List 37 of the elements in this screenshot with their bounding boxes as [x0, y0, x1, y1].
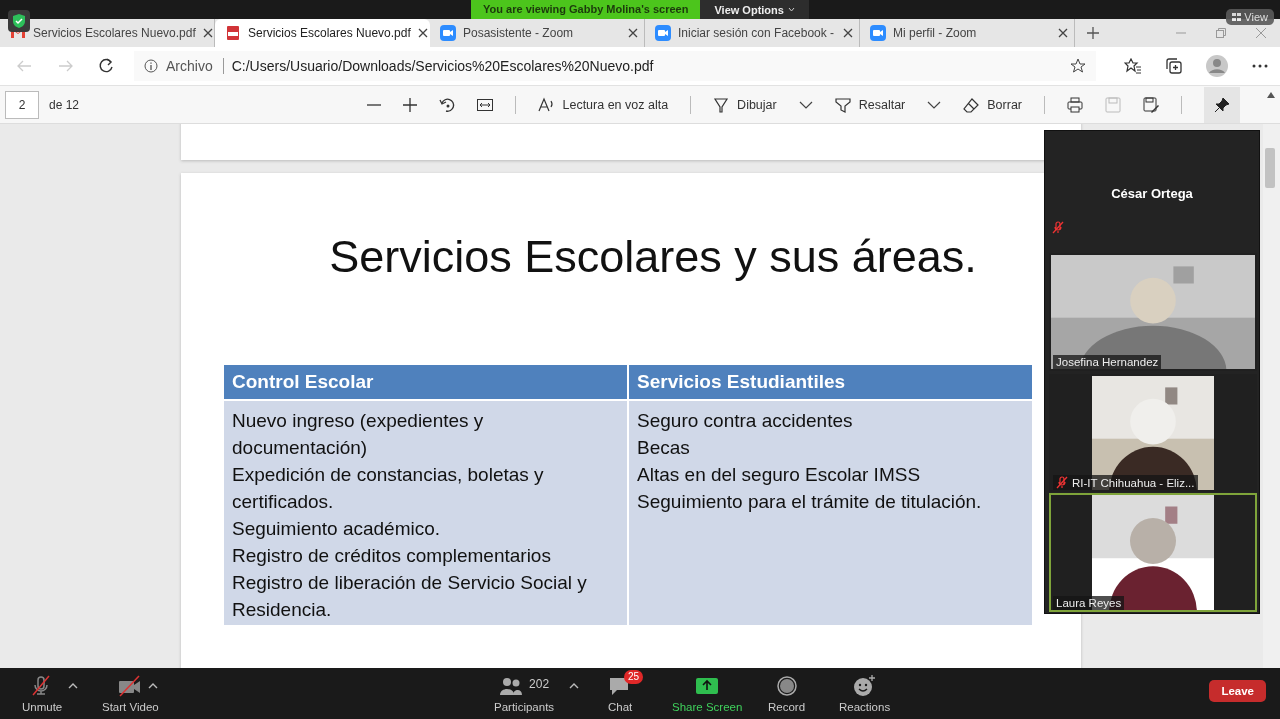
view-options-button[interactable]: View Options [700, 0, 809, 19]
toolbar-button[interactable]: Reactions [839, 671, 891, 713]
list-item: Nuevo ingreso (expedientes y documentación) [232, 409, 485, 460]
toolbar-button[interactable]: Borrar [963, 96, 1022, 113]
share-screen-button[interactable]: Share Screen [672, 671, 743, 713]
leave-button[interactable]: Leave [1209, 680, 1266, 702]
toolbar-button[interactable]: Unmute [22, 671, 63, 713]
column-header: Control Escolar [224, 365, 628, 399]
toolbar-button[interactable]: 202 Participants [494, 671, 555, 713]
page-number-field[interactable]: 2 [5, 90, 39, 119]
site-info-label: Archivo [166, 58, 224, 74]
toolbar-button[interactable]: Lectura en voz alta [538, 96, 669, 113]
column-header: Servicios Estudiantiles [629, 365, 1032, 399]
list-item: Seguimiento académico. [232, 517, 442, 541]
list-item: Altas en del seguro Escolar IMSS [637, 463, 922, 487]
participant-name: César Ortega [1110, 186, 1194, 201]
unread-badge: 25 [624, 670, 644, 684]
slide-title: Servicios Escolares y sus áreas. [328, 231, 978, 283]
toolbar-button[interactable]: Dibujar [713, 96, 777, 113]
list-item: Registro de liberación de Servicio Social y Residencia. [232, 571, 588, 622]
toolbar-button[interactable]: Record [768, 671, 806, 713]
list-item: Registro de créditos complementarios [232, 544, 552, 568]
toolbar-button[interactable]: Resaltar [834, 96, 906, 113]
list-item: Expedición de constancias, boletas y certificados. [232, 463, 545, 514]
browser-tab[interactable]: Servicios Escolares Nuevo.pdf [215, 19, 430, 47]
viewing-banner: You are viewing Gabby Molina's screen [471, 0, 701, 19]
list-item: Seguro contra accidentes [637, 409, 854, 433]
toolbar-button[interactable]: Start Video [102, 671, 159, 713]
participant-name: Laura Reyes [1056, 597, 1122, 609]
list-item: Seguimiento para el trámite de titulación. [637, 490, 983, 514]
participant-name: RI-IT Chihuahua - Eliz... [1072, 476, 1195, 489]
participant-count: 202 [529, 677, 550, 691]
address-field[interactable]: C:/Users/Usuario/Downloads/Servicios%20Escolares%20Nuevo.pdf [231, 58, 1062, 74]
page-count: de 12 [49, 97, 80, 112]
view-button[interactable]: View [1226, 9, 1274, 25]
participant-name: Josefina Hernandez [1056, 356, 1159, 368]
list-item: Becas [637, 436, 691, 460]
